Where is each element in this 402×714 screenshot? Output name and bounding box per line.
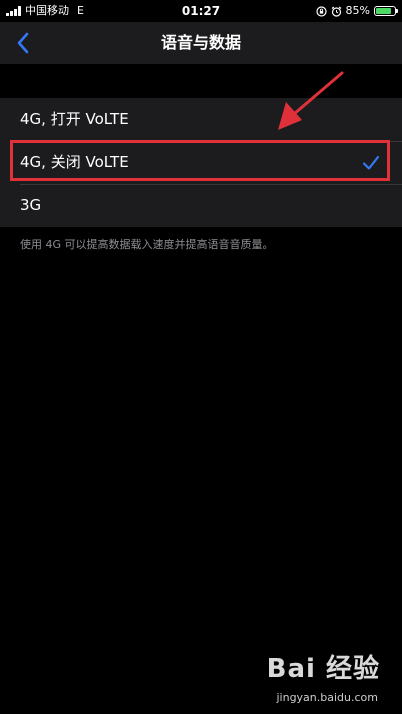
alarm-icon [331,6,341,17]
orientation-lock-icon [315,5,327,17]
watermark-logo: Bai 经验 [266,654,380,684]
status-right: 85% [315,0,398,22]
watermark-url: jingyan.baidu.com [276,691,378,704]
highlight-box [10,140,390,181]
battery-icon [374,6,398,16]
option-3g[interactable]: 3G [0,184,402,227]
footer-note: 使用 4G 可以提高数据载入速度并提高语音音质量。 [20,238,274,251]
baidu-jingyan-watermark: Bai 经验 jingyan.baidu.com [220,648,380,704]
option-label: 4G, 打开 VoLTE [20,110,129,128]
battery-fill [376,8,392,14]
option-label: 3G [20,196,42,214]
page-title: 语音与数据 [160,33,241,52]
nav-bar: 语音与数据 [0,22,402,64]
battery-percent: 85% [345,4,370,17]
status-bar: 中国移动 E 01:27 85% [0,0,402,22]
screen: 中国移动 E 01:27 85% 语音与数据 4G, 打开 VoLTE 4G, … [0,0,402,714]
red-arrow-icon [278,71,344,130]
